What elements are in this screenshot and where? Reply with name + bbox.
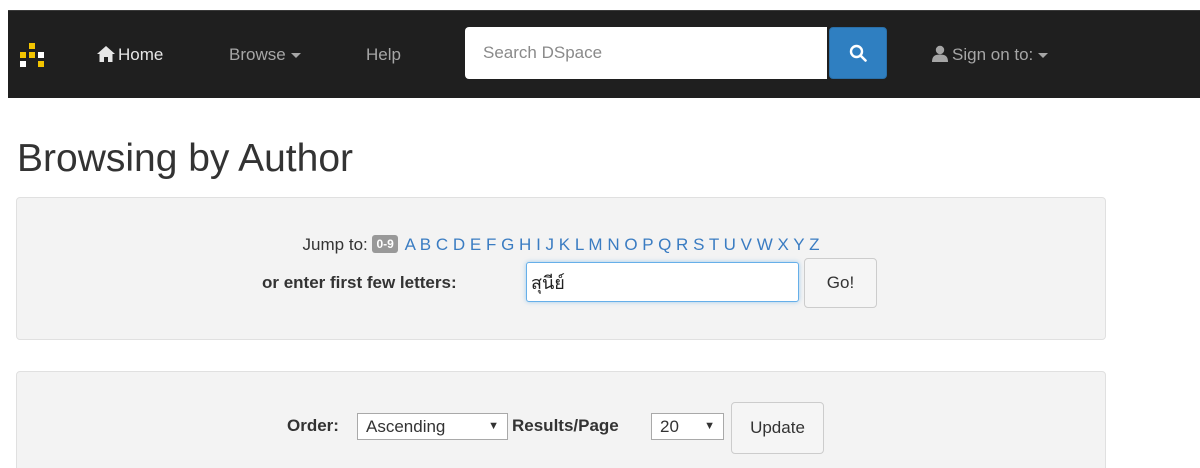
home-icon — [97, 46, 115, 62]
dropdown-arrow-icon: ▼ — [488, 420, 499, 432]
go-button[interactable]: Go! — [804, 258, 877, 308]
letter-link-i[interactable]: I — [536, 235, 541, 254]
letter-link-l[interactable]: L — [575, 235, 584, 254]
letter-link-t[interactable]: T — [709, 235, 719, 254]
page-title: Browsing by Author — [17, 137, 354, 180]
results-per-page-select[interactable]: 20 ▼ — [651, 413, 724, 440]
letter-links: A B C D E F G H I J K L M N O P Q R S T … — [405, 235, 820, 254]
first-letters-input[interactable] — [526, 262, 799, 302]
order-panel: Order: Ascending ▼ Results/Page 20 ▼ Upd… — [16, 371, 1106, 468]
update-button[interactable]: Update — [731, 402, 824, 454]
letter-link-n[interactable]: N — [607, 235, 619, 254]
letter-link-b[interactable]: B — [420, 235, 431, 254]
order-label: Order: — [287, 416, 339, 435]
jump-to-label: Jump to: — [302, 235, 368, 254]
user-icon — [932, 45, 948, 62]
jump-to-panel: Jump to: 0-9 A B C D E F G H I J K L M N… — [16, 197, 1106, 340]
search-button[interactable] — [829, 27, 887, 79]
letter-link-a[interactable]: A — [405, 235, 415, 254]
nav-browse-label: Browse — [229, 45, 286, 64]
search-input[interactable] — [465, 27, 827, 79]
letter-link-o[interactable]: O — [624, 235, 637, 254]
letter-link-j[interactable]: J — [546, 235, 555, 254]
letter-link-k[interactable]: K — [559, 235, 570, 254]
sign-on-label: Sign on to: — [952, 45, 1034, 64]
chevron-down-icon — [290, 53, 301, 59]
letter-link-e[interactable]: E — [470, 235, 481, 254]
nav-home-label: Home — [118, 45, 164, 64]
letter-link-h[interactable]: H — [519, 235, 531, 254]
chevron-down-icon — [1038, 53, 1049, 59]
letter-link-c[interactable]: C — [436, 235, 448, 254]
search-icon — [849, 44, 867, 62]
letter-link-s[interactable]: S — [693, 235, 704, 254]
letter-link-f[interactable]: F — [486, 235, 496, 254]
dropdown-arrow-icon: ▼ — [704, 420, 715, 432]
letter-link-p[interactable]: P — [642, 235, 653, 254]
results-per-page-value: 20 — [660, 417, 679, 436]
letter-link-r[interactable]: R — [676, 235, 688, 254]
navbar: Home Browse Help Sign on to: — [8, 10, 1200, 98]
nav-home-link[interactable]: Home — [97, 43, 163, 67]
letter-link-d[interactable]: D — [453, 235, 465, 254]
sign-on-dropdown[interactable]: Sign on to: — [932, 43, 1049, 67]
letter-link-x[interactable]: X — [778, 235, 789, 254]
letter-link-m[interactable]: M — [588, 235, 602, 254]
order-select[interactable]: Ascending ▼ — [357, 413, 508, 440]
first-letters-label: or enter first few letters: — [262, 273, 457, 292]
dspace-logo-icon[interactable] — [20, 43, 46, 67]
letter-link-z[interactable]: Z — [809, 235, 819, 254]
letter-link-v[interactable]: V — [741, 235, 752, 254]
letter-link-w[interactable]: W — [757, 235, 773, 254]
letter-link-y[interactable]: Y — [793, 235, 804, 254]
letter-link-g[interactable]: G — [501, 235, 514, 254]
nav-help-label: Help — [366, 45, 401, 64]
jump-to-row: Jump to: 0-9 A B C D E F G H I J K L M N… — [17, 234, 1105, 256]
order-select-value: Ascending — [366, 417, 446, 436]
results-per-page-label: Results/Page — [512, 416, 619, 435]
nav-browse-dropdown[interactable]: Browse — [229, 43, 301, 67]
letter-link-q[interactable]: Q — [658, 235, 671, 254]
letter-link-u[interactable]: U — [724, 235, 736, 254]
numeric-jump-badge[interactable]: 0-9 — [372, 235, 398, 253]
nav-help-link[interactable]: Help — [366, 43, 401, 67]
